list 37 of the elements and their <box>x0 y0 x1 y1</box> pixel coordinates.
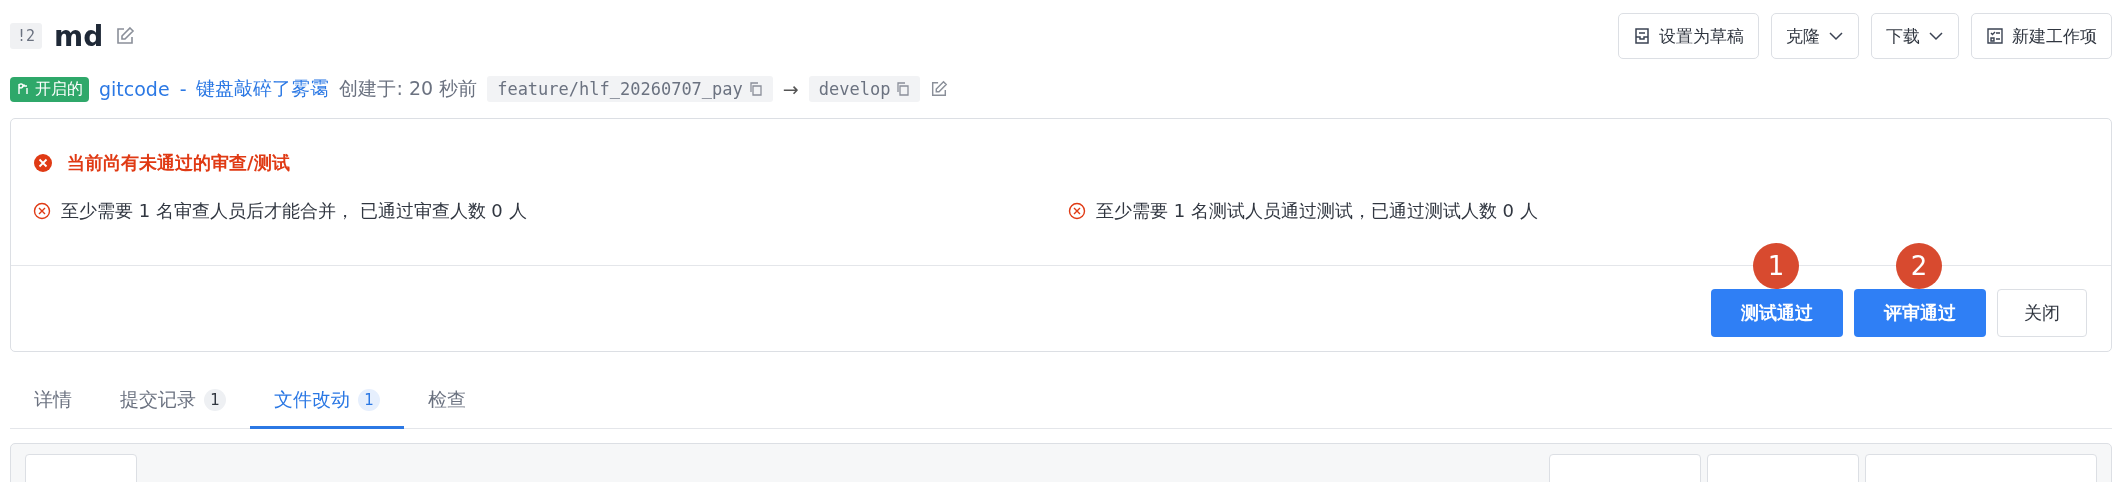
tab[interactable]: 检查 <box>404 374 490 429</box>
branch-tag: develop <box>808 76 921 102</box>
action-button[interactable]: 关闭 <box>1997 288 2087 337</box>
tab[interactable]: 详情 <box>10 374 96 429</box>
status-badge: 开启的 <box>10 76 89 102</box>
error-icon <box>1068 202 1086 220</box>
edit-icon[interactable] <box>115 26 136 46</box>
requirement-text: 至少需要 1 名审查人员后才能合并， 已通过审查人数 0 人 <box>61 199 527 223</box>
tab[interactable]: 提交记录 1 <box>96 374 250 429</box>
action-button[interactable]: 新建工作项 <box>1971 13 2112 59</box>
inbox-icon <box>1633 27 1651 45</box>
action-button[interactable]: 测试通过 <box>1711 288 1843 337</box>
branch-tag: feature/hlf_20260707_pay <box>487 76 773 102</box>
action-button[interactable]: 克隆 <box>1771 13 1859 59</box>
action-button[interactable]: 下载 <box>1871 13 1959 59</box>
arrow: → <box>782 78 799 100</box>
alert-title: 当前尚有未通过的审查/测试 <box>67 151 290 175</box>
copy-icon[interactable] <box>748 82 763 96</box>
edit-icon[interactable] <box>930 80 949 98</box>
step-marker: 1 <box>1753 242 1799 289</box>
tab[interactable]: 文件改动 1 <box>250 374 404 429</box>
page-title: md <box>54 19 104 53</box>
created-time: 创建于: 20 秒前 <box>339 76 478 101</box>
owner-link[interactable]: gitcode <box>99 78 170 100</box>
copy-icon[interactable] <box>896 82 911 96</box>
count-badge: 1 <box>358 389 380 411</box>
step-marker: 2 <box>1896 242 1942 289</box>
count-badge: 1 <box>204 389 226 411</box>
action-button[interactable]: 设置为草稿 <box>1618 13 1759 59</box>
action-button[interactable]: 评审通过 <box>1854 288 1986 337</box>
requirement-text: 至少需要 1 名测试人员通过测试，已通过测试人数 0 人 <box>1096 199 1538 223</box>
id-badge: !2 <box>10 23 43 49</box>
error-icon <box>33 153 53 173</box>
author-link[interactable]: 键盘敲碎了雾霭 <box>196 76 330 102</box>
separator: - <box>179 78 187 100</box>
error-icon <box>33 202 51 220</box>
checklist-icon <box>1986 27 2004 45</box>
